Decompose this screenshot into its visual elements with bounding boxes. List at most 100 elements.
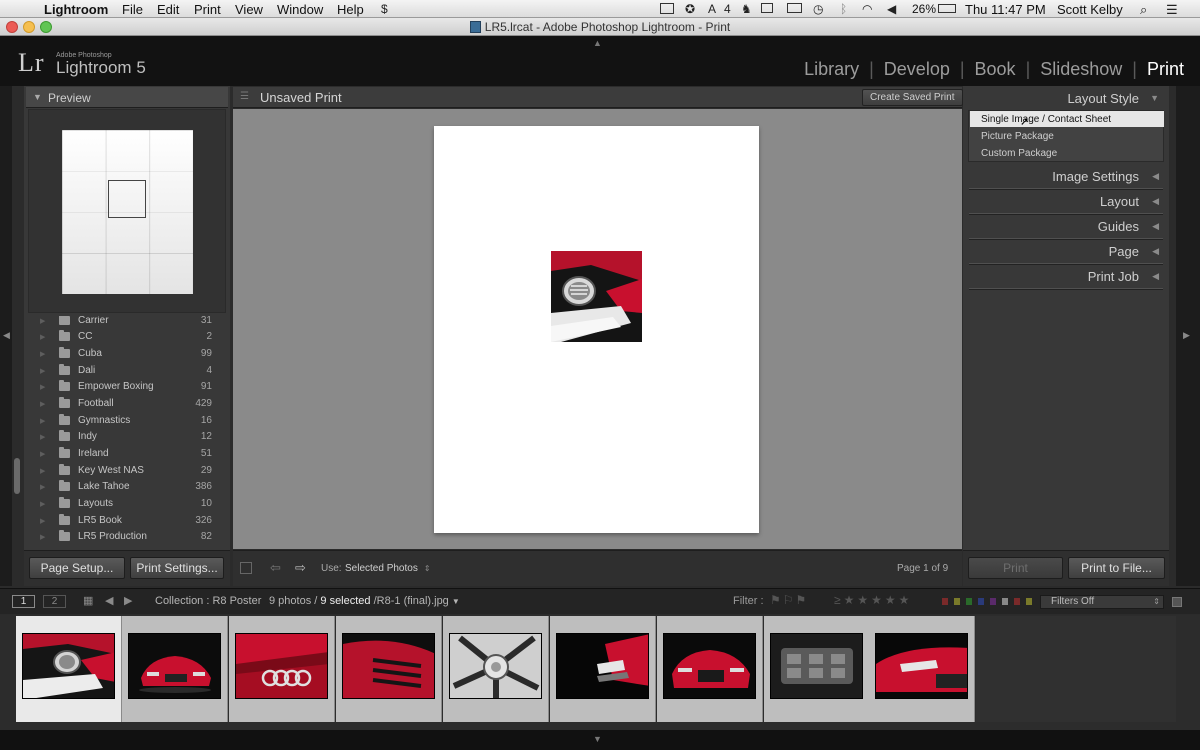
- dropdown-arrows-icon: ⇕: [423, 564, 431, 573]
- left-panel-scrollbar[interactable]: [14, 458, 20, 494]
- menu-window[interactable]: Window: [277, 2, 323, 17]
- module-develop[interactable]: Develop: [884, 59, 950, 80]
- photo-count-info[interactable]: 9 photos / 9 selected /R8-1 (final).jpg …: [269, 595, 460, 607]
- collection-path[interactable]: Collection : R8 Poster: [155, 595, 261, 607]
- print-photo-cell[interactable]: [551, 251, 642, 342]
- color-label-filter-icons[interactable]: [942, 598, 1032, 605]
- print-button[interactable]: Print: [968, 557, 1063, 579]
- layout-header[interactable]: Layout ◀: [967, 190, 1165, 215]
- folder-row[interactable]: ▶ Gymnastics 16: [32, 413, 218, 429]
- preview-image-cell: [108, 180, 146, 218]
- adobe-icon[interactable]: A: [708, 2, 716, 16]
- filmstrip-thumbnail[interactable]: [336, 616, 442, 722]
- filter-label: Filter :: [733, 595, 764, 607]
- filmstrip-thumbnail[interactable]: [657, 616, 763, 722]
- folder-count: 16: [200, 415, 212, 426]
- image-settings-header[interactable]: Image Settings ◀: [967, 165, 1165, 190]
- folder-row[interactable]: ▶ Key West NAS 29: [32, 463, 218, 479]
- volume-icon[interactable]: ◀: [887, 2, 896, 16]
- forward-arrow-icon[interactable]: ▶: [124, 594, 132, 607]
- filters-off-dropdown[interactable]: Filters Off ⇕: [1040, 595, 1164, 609]
- evernote-icon[interactable]: ♞: [741, 2, 752, 16]
- bluetooth-icon[interactable]: ᛒ: [840, 2, 847, 16]
- spotlight-icon[interactable]: ⌕: [1140, 2, 1147, 18]
- menu-lightroom[interactable]: Lightroom: [44, 2, 108, 17]
- window-title-text: LR5.lrcat - Adobe Photoshop Lightroom - …: [484, 20, 731, 34]
- module-book[interactable]: Book: [975, 59, 1016, 80]
- page-setup-button[interactable]: Page Setup...: [29, 557, 125, 579]
- secondary-window-button[interactable]: 2: [43, 595, 66, 608]
- time-machine-icon[interactable]: ◷: [813, 2, 823, 16]
- module-separator: |: [1132, 59, 1137, 79]
- display-icon[interactable]: [660, 3, 674, 14]
- menu-file[interactable]: File: [122, 2, 143, 17]
- layout-style-option-single-image[interactable]: Single Image / Contact Sheet: [970, 111, 1164, 127]
- page-header[interactable]: Page ◀: [967, 240, 1165, 265]
- menu-view[interactable]: View: [235, 2, 263, 17]
- folder-row[interactable]: ▶ Indy 12: [32, 429, 218, 445]
- battery-icon[interactable]: [938, 4, 956, 13]
- module-library[interactable]: Library: [804, 59, 859, 80]
- star-rating-filter-icons[interactable]: ≥★★★★★: [834, 593, 912, 607]
- previous-page-icon[interactable]: ⇦: [270, 560, 281, 576]
- folder-row[interactable]: ▶ CC 2: [32, 329, 218, 345]
- filmstrip-thumbnail[interactable]: [869, 616, 975, 722]
- collapse-top-panel-icon[interactable]: ▲: [593, 38, 602, 48]
- print-settings-button[interactable]: Print Settings...: [130, 557, 224, 579]
- collapse-right-panel-icon[interactable]: ▶: [1183, 330, 1190, 341]
- menubar-user[interactable]: Scott Kelby: [1057, 2, 1123, 17]
- collapse-filmstrip-icon[interactable]: ▼: [593, 734, 602, 744]
- filmstrip-thumbnail[interactable]: [122, 616, 228, 722]
- layout-style-header[interactable]: Layout Style ▼: [967, 87, 1165, 109]
- layout-style-option-picture-package[interactable]: Picture Package: [970, 128, 1164, 144]
- grid-view-icon[interactable]: ▦: [83, 594, 93, 607]
- filmstrip-thumbnail[interactable]: [550, 616, 656, 722]
- menu-print[interactable]: Print: [194, 2, 221, 17]
- expand-triangle-icon: ◀: [1152, 246, 1159, 256]
- filter-lock-icon[interactable]: [1172, 597, 1182, 607]
- back-arrow-icon[interactable]: ◀: [105, 594, 113, 607]
- print-to-file-button[interactable]: Print to File...: [1068, 557, 1165, 579]
- menubar-clock[interactable]: Thu 11:47 PM: [965, 2, 1046, 17]
- folder-row[interactable]: ▶ Football 429: [32, 396, 218, 412]
- module-picker: Library | Develop | Book | Slideshow | Print: [804, 59, 1184, 80]
- layout-style-option-custom-package[interactable]: Custom Package: [970, 145, 1164, 161]
- print-toolbar-header: ☰ Unsaved Print Create Saved Print: [233, 87, 963, 108]
- create-saved-print-button[interactable]: Create Saved Print: [862, 89, 963, 106]
- layout-style-option-label: Single Image / Contact Sheet: [981, 114, 1112, 125]
- flag-filter-icons[interactable]: ⚑⚐⚑: [770, 593, 808, 607]
- folder-row[interactable]: ▶ Lake Tahoe 386: [32, 479, 218, 495]
- notification-center-icon[interactable]: ☰: [1166, 2, 1178, 18]
- module-print[interactable]: Print: [1147, 59, 1184, 80]
- use-value-dropdown[interactable]: Selected Photos ⇕: [345, 563, 431, 574]
- next-page-icon[interactable]: ⇨: [295, 560, 306, 576]
- folder-row[interactable]: ▶ LR5 Production 82: [32, 529, 218, 545]
- filmstrip-thumbnail[interactable]: [229, 616, 335, 722]
- module-slideshow[interactable]: Slideshow: [1040, 59, 1122, 80]
- menu-edit[interactable]: Edit: [157, 2, 179, 17]
- folder-row[interactable]: ▶ LR5 Book 326: [32, 513, 218, 529]
- guides-header[interactable]: Guides ◀: [967, 215, 1165, 240]
- identity-plate-bar: ▲ Lr Adobe Photoshop Lightroom 5 Library…: [0, 36, 1200, 86]
- menu-help[interactable]: Help: [337, 2, 364, 17]
- show-page-toggle-icon[interactable]: [240, 562, 252, 574]
- collapse-left-panel-icon[interactable]: ◀: [3, 330, 10, 341]
- folder-row[interactable]: ▶ Empower Boxing 91: [32, 379, 218, 395]
- preview-panel-header[interactable]: ▼ Preview: [26, 87, 228, 108]
- airplay-icon[interactable]: [787, 3, 802, 13]
- window-icon[interactable]: [761, 3, 773, 13]
- print-job-header[interactable]: Print Job ◀: [967, 265, 1165, 290]
- folder-row[interactable]: ▶ Dali 4: [32, 363, 218, 379]
- primary-window-button[interactable]: 1: [12, 595, 35, 608]
- script-icon[interactable]: $: [381, 2, 388, 16]
- folder-row[interactable]: ▶ Cuba 99: [32, 346, 218, 362]
- wifi-icon[interactable]: ◠: [862, 2, 872, 16]
- folder-row[interactable]: ▶ Ireland 51: [32, 446, 218, 462]
- folder-row[interactable]: ▶ Carrier 31: [32, 316, 218, 329]
- filmstrip-thumbnail[interactable]: [764, 616, 870, 722]
- filmstrip-thumbnail[interactable]: [16, 616, 122, 722]
- folder-row[interactable]: ▶ Layouts 10: [32, 496, 218, 512]
- filmstrip-thumbnail[interactable]: [443, 616, 549, 722]
- window-titlebar: LR5.lrcat - Adobe Photoshop Lightroom - …: [0, 18, 1200, 36]
- sync-icon[interactable]: ✪: [685, 2, 695, 16]
